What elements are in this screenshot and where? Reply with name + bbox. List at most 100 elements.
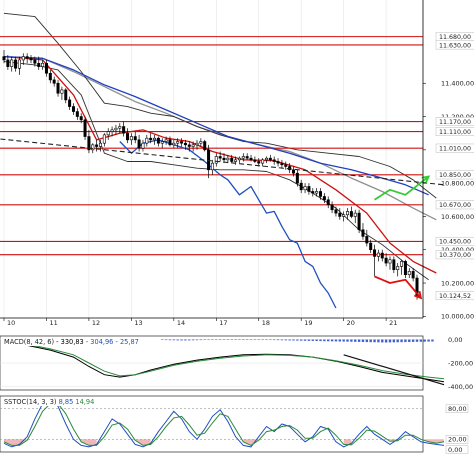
y-tick-label-3: 10.800,00: [441, 180, 474, 188]
candle-body-27: [106, 131, 110, 136]
macd-hist-bar-93: [361, 339, 365, 342]
macd-hist-bar-78: [303, 339, 307, 341]
macd-hist-bar-92: [357, 339, 361, 342]
macd-hist-bar-99: [384, 339, 388, 343]
candle-body-105: [407, 271, 411, 276]
macd-hist-bar-74: [288, 339, 291, 341]
stoch-legend-value-1: 14,94: [75, 398, 94, 406]
macd-hist-bar-76: [296, 339, 299, 341]
candle-body-63: [245, 156, 249, 159]
candle-body-95: [369, 242, 373, 251]
level-label-0: 11.680,00: [439, 34, 471, 41]
candle-body-8: [33, 59, 37, 64]
candle-body-64: [249, 157, 253, 161]
candle-body-92: [357, 212, 361, 231]
level-label-6: 10.670,00: [439, 202, 471, 209]
candle-body-32: [126, 132, 130, 141]
candle-body-29: [114, 127, 118, 131]
stoch-legend-value-0: 8,85: [59, 398, 76, 406]
macd-hist-bar-44: [172, 339, 176, 341]
candle-body-47: [183, 142, 187, 146]
candle-body-43: [168, 139, 172, 146]
candle-body-10: [41, 62, 45, 67]
candle-body-19: [75, 111, 79, 117]
x-tick-label-0: 10: [7, 319, 15, 327]
candle-body-106: [411, 271, 415, 279]
candle-body-18: [71, 106, 75, 112]
stoch-y-axis: 80,00 20,00 0,00: [445, 404, 469, 454]
macd-hist-bar-64: [249, 339, 253, 341]
candle-body-53: [207, 149, 211, 171]
candle-body-54: [210, 162, 214, 171]
macd-hist-bar-91: [354, 339, 357, 342]
macd-hist-bar-55: [215, 339, 218, 341]
macd-hist-bar-43: [168, 339, 172, 341]
level-label-7: 10.450,00: [439, 239, 471, 246]
candle-body-33: [129, 136, 133, 141]
candle-body-98: [380, 252, 384, 259]
candle-body-4: [17, 59, 21, 69]
macd-hist-bar-69: [269, 339, 272, 341]
candle-body-97: [376, 252, 380, 257]
macd-hist-bar-101: [392, 339, 396, 343]
candle-body-104: [403, 261, 407, 276]
macd-hist-bar-52: [203, 339, 206, 341]
candle-body-69: [268, 157, 272, 161]
macd-hist-bar-49: [191, 339, 195, 341]
macd-hist-bar-106: [411, 339, 415, 342]
main-y-axis: 11.400,0011.200,0011.000,0010.800,0010.6…: [423, 32, 474, 321]
macd-panel: 0,00 -200,00 -400,00 MACD(8, 42, 6) - 330,…: [0, 335, 473, 391]
candle-body-50: [195, 142, 199, 146]
stoch-y-label-2: 0,00: [448, 446, 462, 454]
x-tick-label-1: 11: [49, 319, 57, 327]
candle-body-101: [392, 259, 396, 271]
candle-body-91: [353, 212, 357, 217]
macd-hist-bar-71: [276, 339, 280, 341]
macd-hist-bar-77: [300, 339, 303, 341]
candle-body-99: [384, 257, 388, 264]
macd-hist-bar-89: [346, 339, 349, 342]
macd-legend: MACD(8, 42, 6) - 330,83 - 304,96 - 25,87: [1, 337, 161, 346]
candle-body-35: [137, 139, 141, 149]
candle-body-14: [56, 82, 60, 94]
stoch-legend: SSTOC(14, 3, 3) 8,85 14,94: [1, 397, 101, 406]
macd-hist-bar-48: [188, 339, 191, 341]
stoch-legend-text: SSTOC(14, 3, 3) 8,85 14,94: [4, 398, 94, 406]
candle-body-66: [257, 161, 261, 164]
candle-body-94: [365, 236, 369, 244]
macd-hist-bar-107: [415, 339, 419, 342]
candle-body-38: [149, 137, 153, 141]
macd-hist-bar-72: [280, 339, 284, 341]
macd-hist-bar-41: [161, 339, 164, 341]
candle-body-34: [133, 136, 137, 141]
candle-body-7: [29, 57, 33, 61]
macd-hist-bar-58: [226, 339, 230, 341]
candle-body-24: [95, 144, 99, 147]
candle-body-20: [79, 116, 83, 121]
candle-body-103: [400, 261, 404, 267]
macd-hist-bar-61: [238, 339, 241, 340]
level-label-1: 11.630,00: [439, 42, 471, 49]
stoch-y-label-1: 20,00: [448, 436, 467, 444]
candle-body-56: [218, 156, 222, 159]
macd-hist-bar-65: [253, 339, 257, 341]
candle-body-40: [156, 137, 160, 144]
candle-body-21: [83, 119, 87, 137]
macd-hist-bar-87: [338, 339, 342, 342]
macd-hist-bar-103: [400, 339, 403, 343]
macd-hist-bar-104: [404, 339, 407, 343]
macd-hist-bar-105: [408, 339, 411, 342]
y-tick-label-7: 10.000,00: [441, 313, 474, 321]
y-tick-label-6: 10.200,00: [441, 279, 474, 287]
macd-hist-bar-59: [230, 339, 233, 340]
candle-body-85: [330, 204, 334, 211]
candle-body-26: [102, 134, 106, 144]
chart-root: 11.400,0011.200,0011.000,0010.800,0010.6…: [0, 0, 474, 454]
main-plot-bg: [0, 0, 423, 318]
stoch-y-label-0: 80,00: [448, 405, 467, 413]
candle-body-9: [37, 62, 41, 67]
level-label-4: 11.010,00: [439, 145, 471, 152]
candle-body-76: [295, 172, 299, 184]
x-tick-label-8: 20: [347, 319, 355, 327]
candle-body-6: [25, 56, 29, 59]
